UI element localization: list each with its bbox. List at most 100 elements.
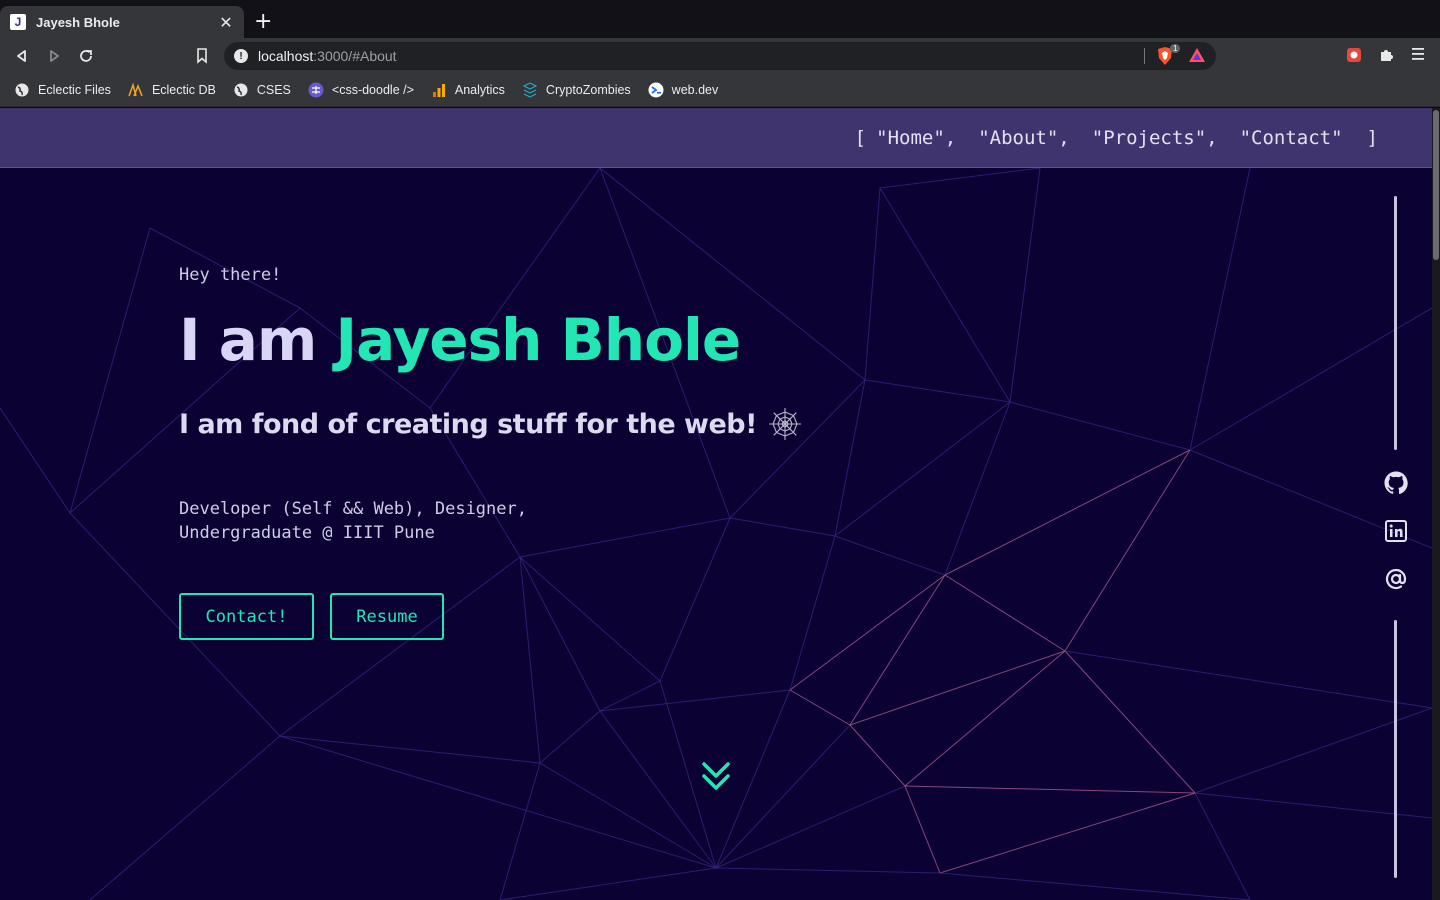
nav-comma: , [1058,126,1070,149]
social-divider-top [1394,196,1397,450]
bookmark-label: Analytics [454,83,505,97]
info-icon[interactable]: ! [234,49,248,63]
menu-icon[interactable] [1412,47,1424,61]
mesh-line [519,517,731,558]
mesh-line [944,401,1011,576]
globe-icon [233,82,249,98]
webdev-icon [648,82,664,98]
extension-icon[interactable] [1346,47,1362,63]
page-scrollbar[interactable] [1432,108,1440,900]
browser-toolbar: ! localhost:3000/#About 1 [0,38,1440,74]
social-divider-bottom [1394,620,1397,878]
bookmark-icon[interactable] [190,44,214,68]
mesh-line [519,556,541,764]
mesh-line [715,724,851,869]
mesh-line [789,689,851,726]
mesh-line [1009,401,1191,451]
mesh-line [864,379,1011,403]
email-at-icon[interactable] [1383,566,1409,592]
mesh-line [729,379,866,519]
hero-tagline: I am fond of creating stuff for the web! [179,406,803,442]
bookmark-eclectic-files[interactable]: Eclectic Files [14,82,111,98]
mesh-line [659,517,731,682]
nav-comma: , [1206,126,1218,149]
mesh-line [849,574,946,726]
bookmark-label: <css-doodle /> [331,83,414,97]
close-tab-icon[interactable]: ✕ [218,13,234,32]
nav-close-bracket: ] [1366,126,1378,149]
bookmark-label: web.dev [671,83,719,97]
mesh-line [1009,167,1041,403]
mesh-line [849,724,906,787]
mesh-line [834,535,946,576]
back-icon[interactable] [10,44,34,68]
bookmark-label: Eclectic Files [38,83,111,97]
chevron-double-down-icon[interactable] [700,760,732,794]
nav-about[interactable]: "About" [978,127,1058,149]
mesh-line [519,556,661,682]
bookmarks-bar: Eclectic Files Eclectic DB CSES <css-doo… [0,74,1440,107]
browser-tab[interactable]: J Jayesh Bhole ✕ [0,6,244,38]
tab-favicon-icon: J [10,14,26,30]
bookmark-cryptozombies[interactable]: CryptoZombies [522,82,631,98]
scrollbar-thumb[interactable] [1433,110,1439,260]
divider [1144,48,1145,64]
greeting-text: Hey there! [179,265,282,285]
mesh-line [499,867,717,900]
tagline-text: I am fond of creating stuff for the web! [179,408,757,440]
bookmark-css-doodle[interactable]: <css-doodle /> [308,82,414,98]
mesh-line [599,680,661,712]
cryptozombies-icon [522,82,538,98]
mesh-line [1064,650,1432,709]
mesh-line [279,556,521,737]
mesh-line [1064,449,1191,652]
globe-icon [14,82,30,98]
bookmark-cses[interactable]: CSES [233,82,291,98]
bookmark-label: CryptoZombies [545,83,631,97]
reload-icon[interactable] [74,44,98,68]
resume-button[interactable]: Resume [330,593,444,640]
nav-home[interactable]: "Home" [876,127,945,149]
mesh-line [904,785,941,874]
mesh-line [89,735,281,900]
mesh-line [789,574,946,691]
shield-count-badge: 1 [1170,44,1181,53]
nav-open-bracket: [ [854,126,867,149]
mesh-line [499,762,541,900]
mesh-line [1064,650,1196,794]
mesh-line [849,650,1066,726]
forward-icon[interactable] [42,44,66,68]
top-navbar: [ "Home", "About", "Projects", "Contact"… [0,108,1432,168]
bookmark-webdev[interactable]: web.dev [648,82,719,98]
mesh-line [944,574,1066,652]
bookmark-eclectic-db[interactable]: Eclectic DB [128,82,216,98]
url-path: :3000/#About [313,48,397,64]
nav-contact[interactable]: "Contact" [1240,127,1343,149]
bookmark-analytics[interactable]: Analytics [431,82,505,98]
mesh-line [279,735,541,764]
page-viewport: [ "Home", "About", "Projects", "Contact"… [0,108,1432,900]
mesh-line [834,401,1011,537]
mesh-line [904,785,1196,794]
contact-button[interactable]: Contact! [179,593,314,640]
extensions-puzzle-icon[interactable] [1378,47,1394,63]
hero-headline: I am Jayesh Bhole [179,306,741,374]
linkedin-icon[interactable] [1383,518,1409,544]
mesh-line [879,187,1011,403]
mesh-line [715,785,906,869]
analytics-icon [431,82,447,98]
nav-projects[interactable]: "Projects" [1092,127,1206,149]
new-tab-icon[interactable]: + [254,10,272,34]
address-bar[interactable]: ! localhost:3000/#About 1 [224,42,1216,70]
url-text: localhost:3000/#About [258,48,397,64]
github-icon[interactable] [1383,470,1409,496]
mesh-line [1194,792,1251,900]
description-line: Developer (Self && Web), Designer, [179,499,527,519]
hero-description: Developer (Self && Web), Designer, Under… [179,497,527,545]
bookmark-label: Eclectic DB [151,83,216,97]
mesh-line [539,710,601,764]
brave-rewards-icon[interactable] [1188,47,1206,63]
headline-prefix: I am [179,306,336,374]
description-line: Undergraduate @ IIIT Pune [179,523,435,543]
tab-title: Jayesh Bhole [36,14,120,30]
